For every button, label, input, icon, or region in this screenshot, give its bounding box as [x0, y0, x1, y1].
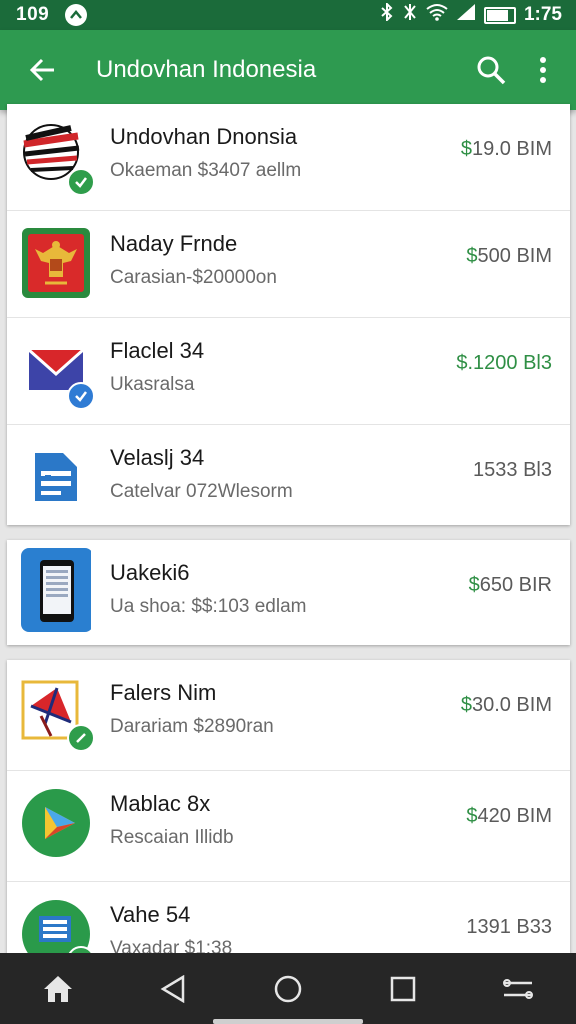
- app-bar: Undovhan Indonesia: [0, 30, 576, 110]
- check-badge-icon: [67, 382, 95, 410]
- sheet-app-icon: [21, 898, 95, 960]
- price-value: 650 BIR: [479, 574, 552, 596]
- item-subtitle: Rescaian Illidb: [110, 827, 234, 848]
- item-name: Velaslj 34: [110, 445, 205, 470]
- garuda-emblem-icon: [21, 227, 91, 299]
- price-symbol: $: [466, 245, 478, 267]
- item-price: $30.0 BIM: [461, 694, 552, 717]
- price-value: 1391 B33: [466, 916, 552, 938]
- list-card: Uakeki6 Ua shoa: $$:103 edlam $650 BIR: [7, 540, 570, 645]
- item-subtitle: Ua shoa: $$:103 edlam: [110, 596, 307, 617]
- more-vert-icon: [540, 57, 546, 83]
- accessibility-button[interactable]: [493, 964, 543, 1014]
- price-symbol: $: [460, 694, 472, 716]
- nav-extra-icon: [503, 978, 534, 999]
- list-item[interactable]: Falers Nim Darariam $2890ran $30.0 BIM: [7, 660, 570, 771]
- signal-icon: [456, 3, 476, 27]
- list-item[interactable]: Undovhan Dnonsia Okaeman $3407 aellm $19…: [7, 104, 570, 211]
- item-name: Falers Nim: [110, 680, 217, 705]
- list-item[interactable]: Naday Frnde Carasian-$20000on $500 BIM: [7, 211, 570, 318]
- home-circle-button[interactable]: [263, 964, 313, 1014]
- uk-flag-icon: [21, 676, 95, 752]
- item-price: $420 BIM: [466, 805, 552, 828]
- home-icon: [43, 975, 72, 1002]
- item-subtitle: Darariam $2890ran: [110, 716, 274, 737]
- play-store-icon: [21, 787, 91, 859]
- list-card: Falers Nim Darariam $2890ran $30.0 BIM M…: [7, 660, 570, 960]
- gesture-handle[interactable]: [213, 1019, 363, 1024]
- search-button[interactable]: [468, 47, 514, 93]
- recents-button[interactable]: [378, 964, 428, 1014]
- price-symbol: $: [460, 138, 472, 160]
- back-button[interactable]: [20, 47, 66, 93]
- check-badge-icon: [67, 168, 95, 196]
- item-price: 1391 B33: [466, 916, 552, 939]
- item-name: Undovhan Dnonsia: [110, 124, 298, 149]
- list-card: Undovhan Dnonsia Okaeman $3407 aellm $19…: [7, 104, 570, 525]
- item-price: $650 BIR: [469, 574, 552, 597]
- more-options-button[interactable]: [520, 47, 566, 93]
- wifi-icon: [426, 3, 448, 27]
- list-item[interactable]: Velaslj 34 Catelvar 072Wlesorm 1533 Bl3: [7, 425, 570, 525]
- search-icon: [477, 56, 506, 85]
- list-item[interactable]: Uakeki6 Ua shoa: $$:103 edlam $650 BIR: [7, 540, 570, 645]
- back-nav-button[interactable]: [148, 964, 198, 1014]
- price-symbol: $: [456, 352, 468, 374]
- phone-icon: [21, 548, 93, 632]
- status-bar: 109 1:75: [0, 0, 576, 30]
- home-button[interactable]: [33, 964, 83, 1014]
- triangle-back-icon: [160, 974, 185, 1003]
- status-time-left: 109: [16, 4, 50, 25]
- item-subtitle: Okaeman $3407 aellm: [110, 160, 302, 181]
- price-value: 30.0 BIM: [471, 694, 552, 716]
- price-value: 1533 Bl3: [473, 459, 552, 481]
- list-item[interactable]: Mablac 8x Rescaian Illidb $420 BIM: [7, 771, 570, 882]
- item-subtitle: Carasian-$20000on: [110, 267, 277, 288]
- check-badge-icon: [67, 724, 95, 752]
- item-price: $19.0 BIM: [461, 138, 552, 161]
- item-price: 1533 Bl3: [473, 459, 552, 482]
- vibrate-icon: [402, 3, 418, 27]
- price-value: 19.0 BIM: [471, 138, 552, 160]
- mail-envelope-icon: [21, 334, 95, 410]
- item-name: Mablac 8x: [110, 791, 211, 816]
- item-name: Vahe 54: [110, 902, 191, 927]
- document-icon: [21, 441, 91, 513]
- notification-icon: [65, 4, 88, 26]
- item-price: $.1200 Bl3: [456, 352, 552, 375]
- circle-home-icon: [274, 975, 302, 1002]
- bluetooth-icon: [380, 1, 394, 27]
- price-value: 420 BIM: [477, 805, 552, 827]
- item-name: Naday Frnde: [110, 231, 238, 256]
- price-symbol: $: [468, 574, 480, 596]
- arrow-back-icon: [29, 58, 54, 82]
- price-symbol: $: [466, 805, 478, 827]
- page-title: Undovhan Indonesia: [96, 56, 317, 83]
- square-recents-icon: [390, 976, 416, 1001]
- battery-icon: [483, 6, 516, 24]
- status-time-right: 1:75: [523, 4, 562, 25]
- price-value: 500 BIM: [477, 245, 552, 267]
- item-price: $500 BIM: [466, 245, 552, 268]
- item-subtitle: Catelvar 072Wlesorm: [110, 481, 293, 502]
- system-nav-bar: [0, 953, 576, 1024]
- item-subtitle: Ukasralsa: [110, 374, 195, 395]
- list-item[interactable]: Vahe 54 Vaxadar $1:38 1391 B33: [7, 882, 570, 960]
- price-value: .1200 Bl3: [467, 352, 552, 374]
- item-name: Uakeki6: [110, 560, 190, 585]
- flag-stripes-icon: [21, 120, 95, 196]
- item-name: Flaclel 34: [110, 338, 205, 363]
- list-item[interactable]: Flaclel 34 Ukasralsa $.1200 Bl3: [7, 318, 570, 425]
